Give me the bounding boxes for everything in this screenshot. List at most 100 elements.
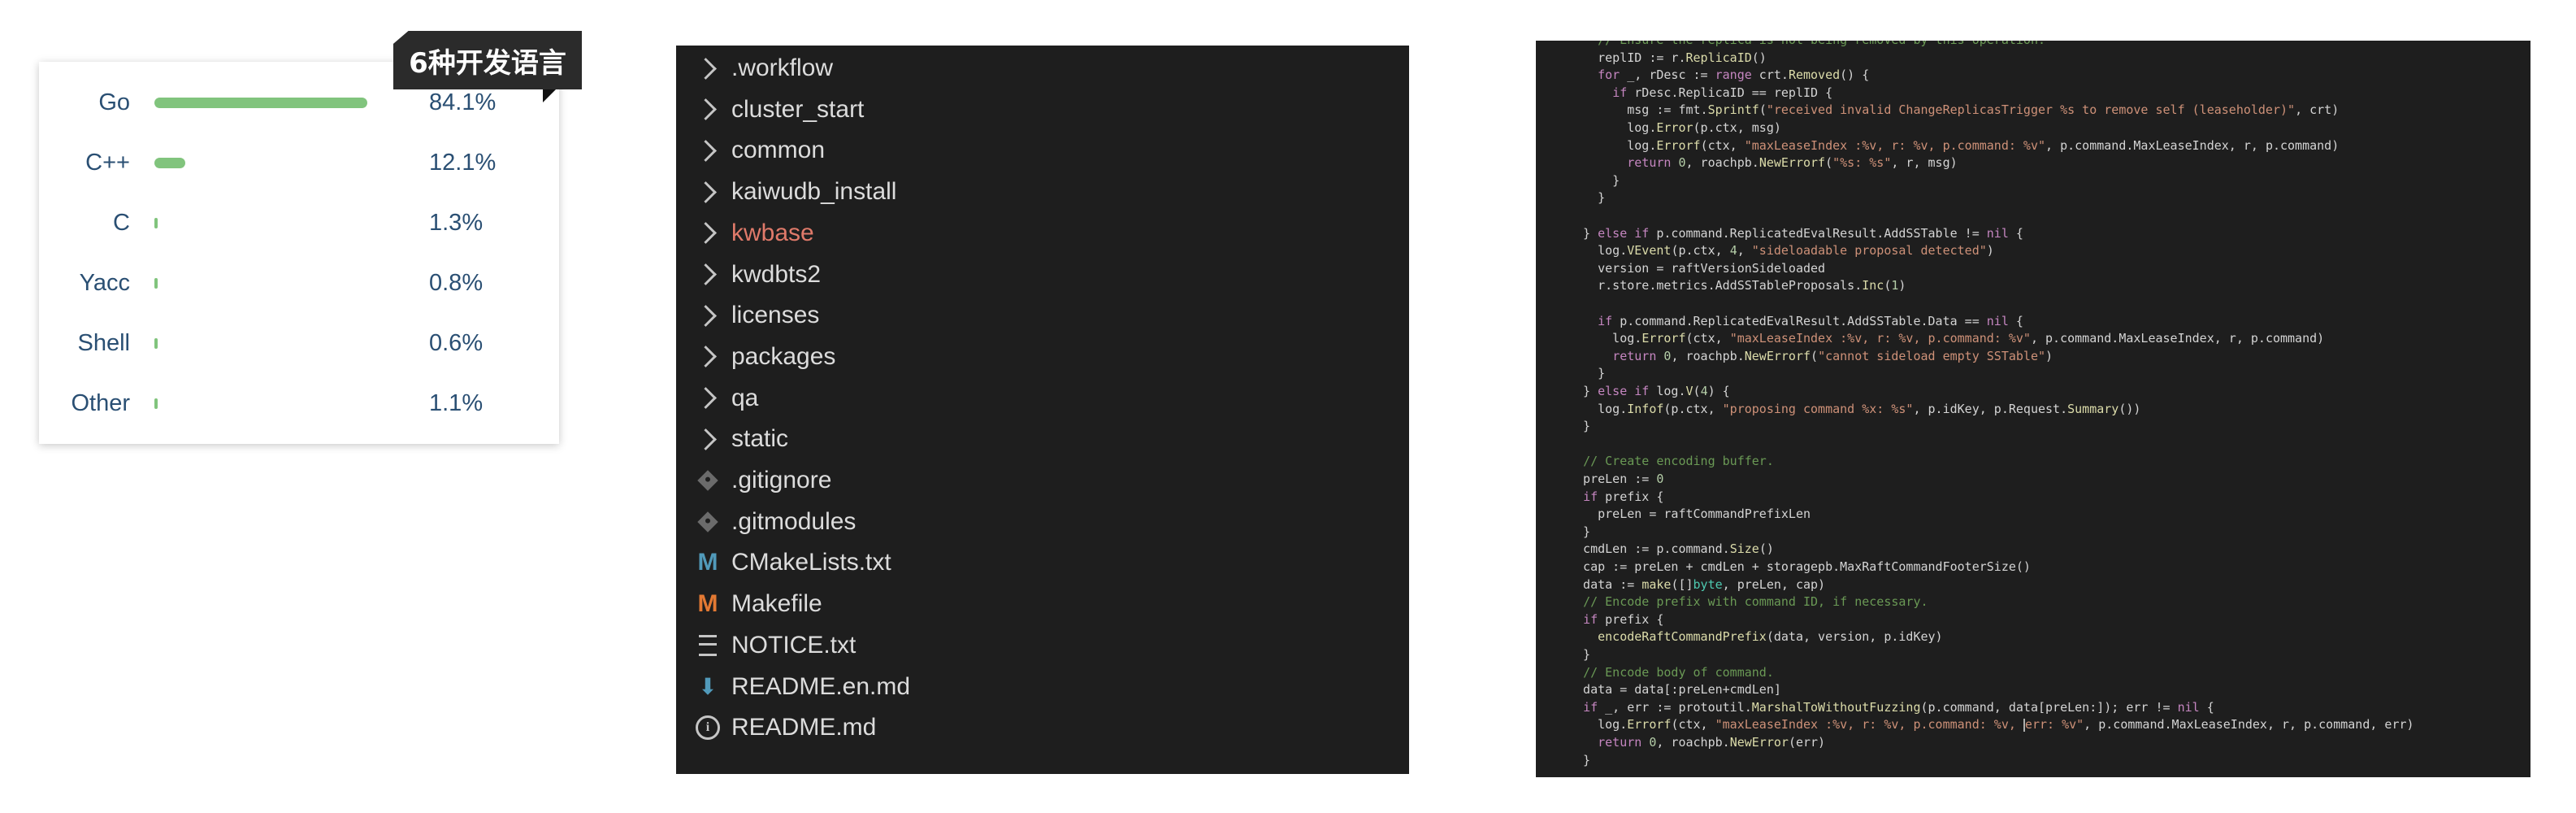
- code-token: // Ensure the replica is not being remov…: [1598, 41, 2045, 47]
- tree-item[interactable]: common: [676, 131, 1409, 172]
- code-token: 0: [1656, 472, 1664, 486]
- code-token: }: [1568, 419, 1591, 434]
- tree-item[interactable]: kwbase: [676, 214, 1409, 254]
- chevron-right-icon: [694, 54, 720, 83]
- code-token: NewErrorf: [1744, 348, 1811, 363]
- language-row: Yacc 0.8%: [39, 259, 559, 307]
- tree-item-label: common: [731, 137, 826, 164]
- code-token: crt.: [1751, 67, 1789, 83]
- language-row: Shell 0.6%: [39, 319, 559, 367]
- tree-item[interactable]: static: [676, 420, 1409, 460]
- badge-fold: [543, 89, 556, 102]
- code-editor[interactable]: // Ensure the replica is not being remov…: [1536, 41, 2530, 777]
- language-name: C: [113, 210, 130, 236]
- chevron-right-icon: [694, 177, 720, 207]
- tree-item[interactable]: kaiwudb_install: [676, 172, 1409, 213]
- code-token: (err): [1788, 735, 1826, 750]
- code-token: Removed: [1788, 67, 1841, 83]
- code-token: (): [1759, 541, 1774, 557]
- tree-item[interactable]: NOTICE.txt: [676, 626, 1409, 667]
- code-token: (p.ctx, msg): [1693, 120, 1781, 135]
- language-name: Shell: [77, 330, 131, 356]
- code-line: }: [1568, 364, 1605, 382]
- tree-item[interactable]: M CMakeLists.txt: [676, 543, 1409, 584]
- file-explorer: .workflow cluster_startcommon kaiwudb_inst…: [676, 46, 1409, 774]
- code-token: nil: [1986, 313, 2009, 328]
- code-token: // Create encoding buffer.: [1583, 454, 1774, 469]
- code-token: }: [1568, 752, 1591, 767]
- code-token: , p.command.MaxLeaseIndex, r, p.command,…: [2084, 717, 2414, 733]
- code-token: else if: [1598, 384, 1650, 398]
- tree-item[interactable]: .gitmodules: [676, 502, 1409, 543]
- chevron-right-icon: [694, 95, 720, 124]
- code-token: prefix {: [1598, 611, 1664, 627]
- code-token: ReplicaID: [1685, 50, 1752, 65]
- code-line: } else if p.command.ReplicatedEvalResult…: [1568, 224, 2023, 242]
- code-token: , preLen, cap): [1722, 576, 1826, 592]
- code-line: log.Errorf(ctx, "maxLeaseIndex :%v, r: %…: [1568, 137, 2339, 154]
- tree-item[interactable]: i README.md: [676, 708, 1409, 749]
- code-token: if: [1598, 313, 1613, 328]
- tree-item[interactable]: .workflow: [676, 49, 1409, 89]
- code-token: (ctx,: [1700, 137, 1745, 153]
- code-line: }: [1568, 646, 1590, 663]
- code-line: // Encode body of command.: [1568, 663, 1774, 681]
- code-line: return 0, roachpb.NewErrorf("%s: %s", r,…: [1568, 154, 1957, 172]
- code-token: {: [2008, 313, 2023, 328]
- code-token: log.: [1649, 384, 1686, 398]
- tree-item[interactable]: qa: [676, 379, 1409, 420]
- code-token: (p.command, data[preLen:]); err !=: [1920, 699, 2178, 715]
- code-token: Errorf: [1656, 137, 1701, 153]
- tree-item[interactable]: M Makefile: [676, 585, 1409, 625]
- code-token: "sideloadable proposal detected": [1751, 243, 1987, 259]
- chevron-right-icon: [694, 219, 720, 248]
- code-line: replID := r.ReplicaID(): [1568, 49, 1767, 67]
- tree-item-label: .gitignore: [731, 467, 832, 493]
- code-token: NewError: [1729, 735, 1789, 750]
- code-token: else if: [1598, 225, 1650, 241]
- code-line: for _, rDesc := range crt.Removed() {: [1568, 66, 1869, 84]
- code-line: preLen = raftCommandPrefixLen: [1568, 505, 1811, 523]
- code-token: (ctx,: [1685, 331, 1730, 346]
- language-share-bar: [154, 398, 158, 409]
- tree-item[interactable]: kwdbts2: [676, 255, 1409, 296]
- code-line: if prefix {: [1568, 611, 1663, 628]
- info-icon: i: [696, 713, 720, 742]
- code-token: }: [1568, 647, 1591, 662]
- code-token: Error: [1656, 120, 1693, 135]
- cmake-icon: M: [697, 549, 718, 576]
- code-token: (: [1759, 102, 1767, 118]
- tree-item[interactable]: .gitignore: [676, 461, 1409, 502]
- code-token: ): [1986, 243, 1994, 259]
- tree-item-label: licenses: [731, 302, 820, 329]
- code-token: msg := fmt.: [1568, 102, 1708, 118]
- tree-item[interactable]: ⬇ README.en.md: [676, 667, 1409, 708]
- code-line: log.VEvent(p.ctx, 4, "sideloadable propo…: [1568, 241, 1994, 259]
- code-token: log.: [1568, 331, 1642, 346]
- code-line: version = raftVersionSideloaded: [1568, 259, 1825, 277]
- code-line: }: [1568, 417, 1590, 435]
- code-token: if: [1612, 85, 1628, 100]
- code-line: } else if log.V(4) {: [1568, 382, 1730, 400]
- code-line: }: [1568, 523, 1590, 541]
- code-line: }: [1568, 172, 1620, 189]
- code-line: }: [1568, 751, 1590, 769]
- tree-item-label: NOTICE.txt: [731, 631, 856, 659]
- code-token: nil: [1986, 225, 2009, 241]
- tree-item[interactable]: cluster_start: [676, 90, 1409, 131]
- tree-item[interactable]: licenses: [676, 296, 1409, 337]
- code-token: data = data[:preLen+cmdLen]: [1568, 682, 1781, 698]
- code-token: }: [1568, 190, 1606, 206]
- tree-item[interactable]: packages: [676, 337, 1409, 378]
- code-token: "maxLeaseIndex :%v, r: %v, p.command: %v…: [1715, 717, 2023, 733]
- tree-item-label: qa: [731, 384, 759, 411]
- tree-item-label: packages: [731, 342, 836, 370]
- code-token: (: [1693, 384, 1701, 398]
- code-line: if prefix {: [1568, 488, 1663, 506]
